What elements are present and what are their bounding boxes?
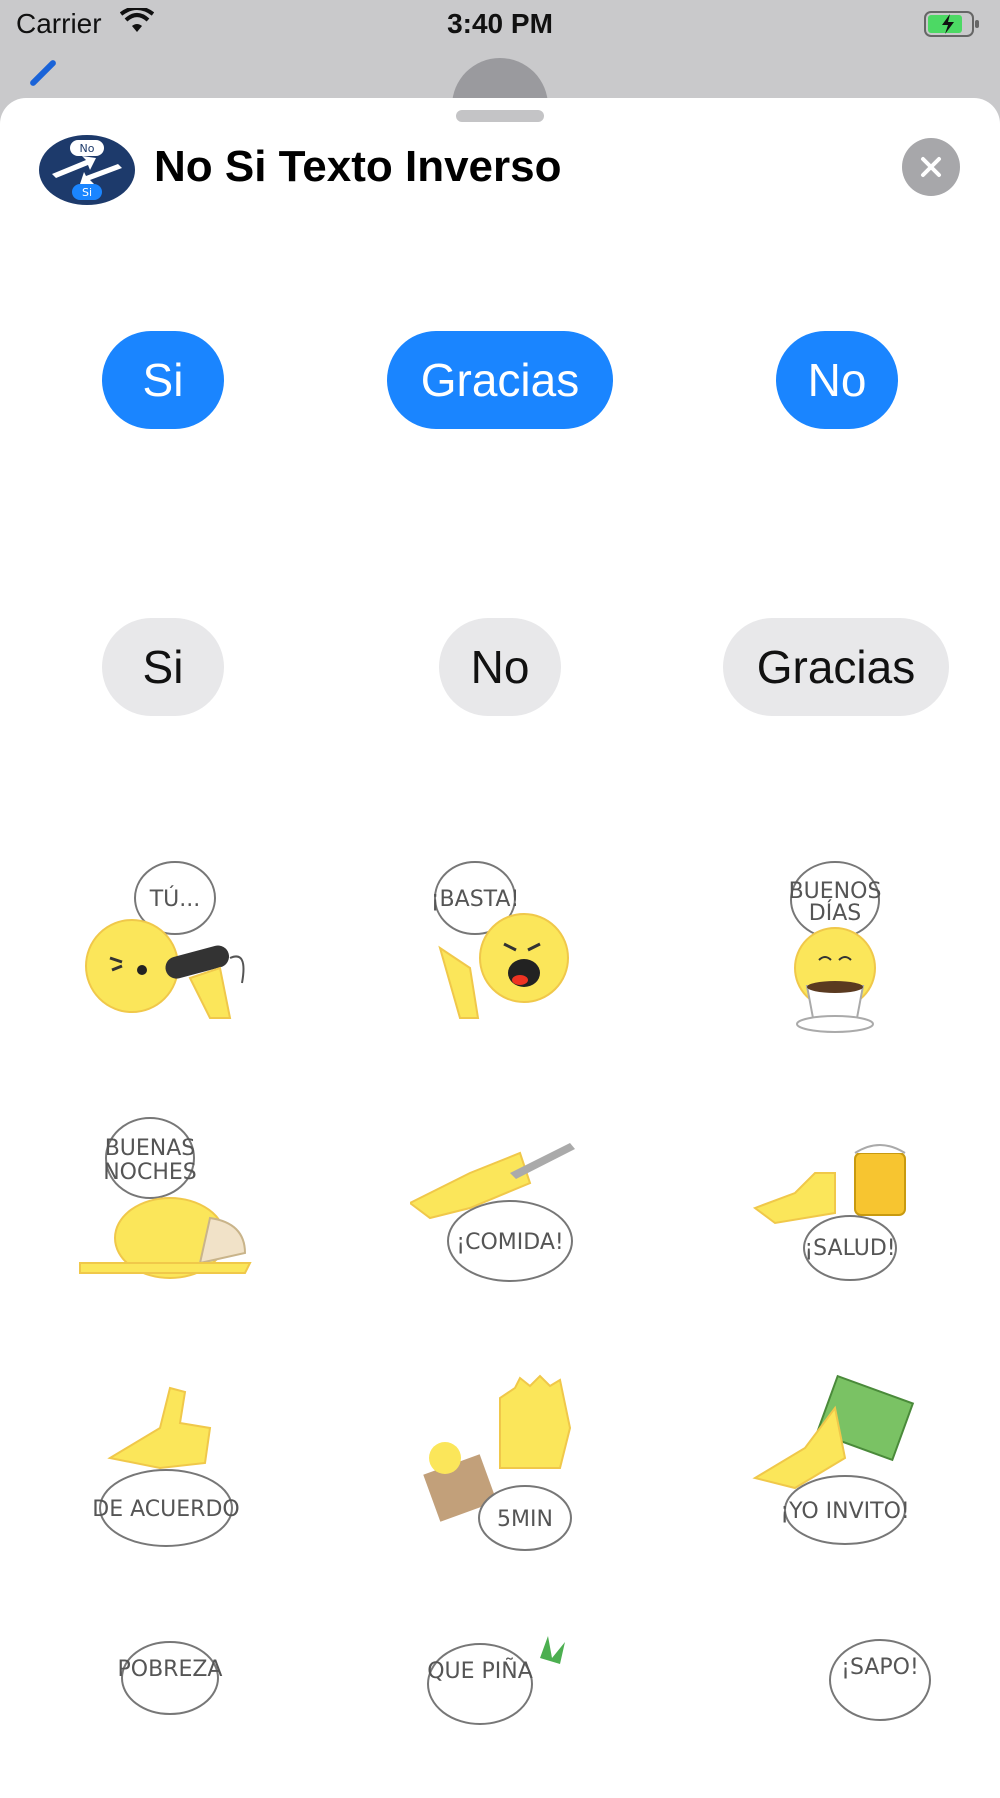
battery-icon [924, 10, 982, 43]
sticker-yo-invito[interactable]: ¡YO INVITO! [735, 1368, 935, 1558]
sticker-basta-text: ¡BASTA! [431, 887, 520, 912]
blue-bubble-si[interactable]: Si [102, 331, 224, 429]
sticker-de-acuerdo[interactable]: DE ACUERDO [70, 1368, 270, 1558]
gray-bubble-gracias[interactable]: Gracias [723, 618, 949, 716]
sticker-buenos-dias[interactable]: BUENOS DÍAS [735, 858, 935, 1048]
sticker-salud-text: ¡SALUD! [804, 1236, 895, 1261]
sticker-invito-text: ¡YO INVITO! [780, 1499, 909, 1524]
sticker-pobreza[interactable]: POBREZA [90, 1628, 290, 1798]
clock: 3:40 PM [447, 8, 553, 39]
sheet-grabber[interactable] [456, 110, 544, 122]
status-bar: Carrier 3:40 PM [0, 0, 1000, 50]
sticker-que-pina[interactable]: QUE PIÑA [400, 1628, 600, 1798]
blue-bubble-no[interactable]: No [776, 331, 898, 429]
sticker-comida-text: ¡COMIDA! [456, 1230, 563, 1255]
sticker-quepina-text: QUE PIÑA [427, 1657, 533, 1684]
sticker-buenos-text-2: DÍAS [809, 900, 861, 926]
app-icon-top-label: No [80, 142, 95, 155]
app-icon-bottom-label: Si [82, 186, 92, 199]
sticker-acuerdo-text: DE ACUERDO [92, 1497, 239, 1522]
sticker-sheet: No Si No Si Texto Inverso Si Gracias No … [0, 98, 1000, 1798]
gray-bubble-no[interactable]: No [439, 618, 561, 716]
sticker-tu-text: TÚ... [149, 886, 201, 912]
sticker-buenas-text-2: NOCHES [103, 1160, 197, 1185]
sticker-salud[interactable]: ¡SALUD! [735, 1113, 935, 1303]
app-title: No Si Texto Inverso [154, 142, 562, 191]
sticker-buenas-noches[interactable]: BUENAS NOCHES [70, 1113, 270, 1303]
blue-bubble-gracias[interactable]: Gracias [387, 331, 613, 429]
sticker-sapo[interactable]: ¡SAPO! [775, 1628, 975, 1798]
sticker-buenas-text-1: BUENAS [105, 1136, 196, 1161]
sticker-pobreza-text: POBREZA [118, 1657, 223, 1682]
sticker-tu[interactable]: TÚ... [70, 858, 270, 1048]
sticker-comida[interactable]: ¡COMIDA! [408, 1113, 610, 1303]
sticker-5min-text: 5MIN [497, 1507, 553, 1532]
sticker-basta[interactable]: ¡BASTA! [400, 858, 600, 1048]
sticker-sapo-text: ¡SAPO! [841, 1655, 919, 1680]
close-button[interactable] [902, 138, 960, 196]
close-icon [921, 157, 941, 177]
app-icon: No Si [38, 134, 136, 206]
back-chevron-icon[interactable] [28, 58, 58, 88]
gray-bubble-si[interactable]: Si [102, 618, 224, 716]
sticker-5min[interactable]: 5MIN [400, 1368, 600, 1558]
